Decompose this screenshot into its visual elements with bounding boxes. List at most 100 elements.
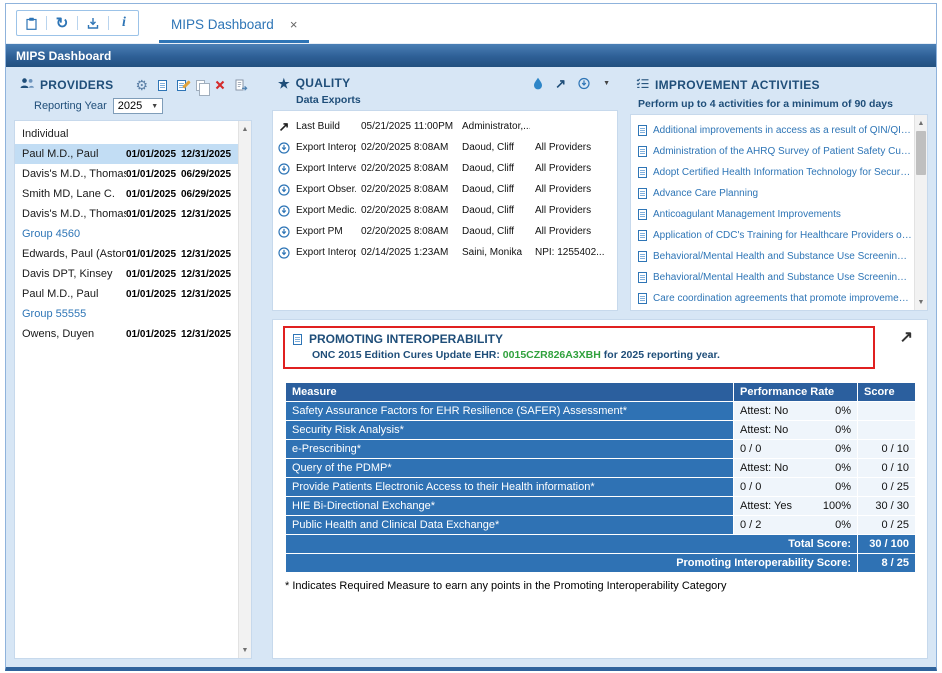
activity-item[interactable]: Behavioral/Mental Health and Substance U…	[638, 267, 912, 288]
export-user: Daoud, Cliff	[462, 142, 530, 153]
scroll-down-icon[interactable]: ▼	[239, 643, 251, 657]
measure-score: 30 / 30	[858, 497, 916, 516]
top-panels-row: ★ QUALITY ↗ ▼ Data Exports ↗ La	[272, 73, 928, 311]
trend-arrow-icon: ↗	[277, 120, 291, 133]
export-user: Daoud, Cliff	[462, 163, 530, 174]
provider-start-date: 01/01/2025	[126, 289, 181, 300]
measure-pct: 0%	[835, 481, 851, 493]
chevron-down-icon[interactable]: ▼	[603, 80, 610, 87]
provider-row[interactable]: Davis's M.D., Thomas 01/01/2025 12/31/20…	[15, 204, 238, 224]
provider-row[interactable]: Owens, Duyen 01/01/2025 12/31/2025	[15, 324, 238, 344]
provider-name: Edwards, Paul (Aston)	[22, 248, 126, 260]
measure-rate: Attest: No	[740, 424, 788, 436]
activity-item[interactable]: Additional improvements in access as a r…	[638, 120, 912, 141]
provider-row[interactable]: Davis's M.D., Thomas 01/01/2025 06/29/20…	[15, 164, 238, 184]
ehr-line-suffix: for 2025 reporting year.	[604, 349, 720, 361]
export-date: 02/14/2025 1:23AM	[361, 247, 457, 258]
export-date: 02/20/2025 8:08AM	[361, 226, 457, 237]
report-icon[interactable]	[235, 79, 248, 91]
measure-score: 0 / 25	[858, 516, 916, 535]
info-icon[interactable]: i	[116, 15, 132, 31]
activity-item[interactable]: Care coordination agreements that promot…	[638, 288, 912, 309]
ehr-code: 0015CZR826A3XBH	[503, 349, 601, 361]
app-window: ↻ i MIPS Dashboard × MIPS Dashboard PROV…	[5, 3, 937, 671]
activity-item[interactable]: Advance Care Planning	[638, 183, 912, 204]
measure-rate: 0 / 0	[740, 481, 761, 493]
refresh-icon[interactable]: ↻	[54, 15, 70, 31]
provider-end-date: 12/31/2025	[181, 329, 236, 340]
providers-scrollbar[interactable]: ▲ ▼	[238, 121, 251, 658]
export-row[interactable]: Export Interve... 02/20/2025 8:08AM Daou…	[277, 158, 613, 179]
export-scope: All Providers	[535, 184, 613, 195]
provider-name: Paul M.D., Paul	[22, 288, 126, 300]
scroll-down-icon[interactable]: ▼	[915, 295, 927, 309]
expand-arrow-icon[interactable]: ↗	[555, 77, 566, 90]
provider-row-selected[interactable]: Paul M.D., Paul 01/01/2025 12/31/2025	[15, 144, 238, 164]
activity-link: Additional improvements in access as a r…	[653, 125, 912, 136]
improvement-activities-panel: IMPROVEMENT ACTIVITIES Perform up to 4 a…	[630, 73, 928, 311]
scroll-up-icon[interactable]: ▲	[915, 116, 927, 130]
activity-link: Advance Care Planning	[653, 188, 758, 199]
export-name: Last Build	[296, 121, 356, 132]
copy-icon[interactable]	[196, 80, 205, 91]
export-name: Export Interop...	[296, 142, 356, 153]
export-menu-icon[interactable]	[578, 77, 591, 90]
reporting-year-row: Reporting Year 2025 ▼	[14, 98, 252, 120]
reporting-year-select[interactable]: 2025 ▼	[113, 98, 163, 114]
gear-icon[interactable]: ⚙	[135, 78, 148, 92]
pi-footnote: * Indicates Required Measure to earn any…	[285, 580, 917, 592]
activity-item[interactable]: Anticoagulant Management Improvements	[638, 204, 912, 225]
pi-table-header-row: Measure Performance Rate Score	[286, 383, 916, 402]
export-name: Export PM	[296, 226, 356, 237]
provider-row[interactable]: Smith MD, Lane C. 01/01/2025 06/29/2025	[15, 184, 238, 204]
provider-group-row[interactable]: Group 4560	[15, 224, 238, 244]
clipboard-icon[interactable]	[23, 15, 39, 31]
export-row[interactable]: Export Medic... 02/20/2025 8:08AM Daoud,…	[277, 200, 613, 221]
provider-row[interactable]: Edwards, Paul (Aston) 01/01/2025 12/31/2…	[15, 244, 238, 264]
provider-name: Smith MD, Lane C.	[22, 188, 126, 200]
export-row[interactable]: Export Obser... 02/20/2025 8:08AM Daoud,…	[277, 179, 613, 200]
edit-icon[interactable]	[177, 80, 186, 91]
page-title-text: MIPS Dashboard	[16, 49, 111, 63]
provider-name: Individual	[22, 128, 126, 140]
delete-x-icon[interactable]	[215, 80, 225, 90]
scroll-up-icon[interactable]: ▲	[239, 122, 251, 136]
scrollbar-thumb[interactable]	[916, 131, 926, 175]
download-icon[interactable]	[85, 15, 101, 31]
export-user: Administrator,...	[462, 121, 530, 132]
pi-score-value: 8 / 25	[858, 554, 916, 573]
export-name: Export Interop...	[296, 247, 356, 258]
export-scope: All Providers	[535, 226, 613, 237]
export-row[interactable]: Export Interop... 02/20/2025 8:08AM Daou…	[277, 137, 613, 158]
export-row[interactable]: ↗ Last Build 05/21/2025 11:00PM Administ…	[277, 116, 613, 137]
activity-item[interactable]: Adopt Certified Health Information Techn…	[638, 162, 912, 183]
export-date: 05/21/2025 11:00PM	[361, 121, 457, 132]
activity-item[interactable]: Administration of the AHRQ Survey of Pat…	[638, 141, 912, 162]
provider-section-row[interactable]: Individual	[15, 124, 238, 144]
provider-end-date: 12/31/2025	[181, 289, 236, 300]
document-icon	[638, 188, 647, 199]
provider-group-name: Group 4560	[22, 228, 126, 240]
expand-arrow-icon[interactable]: ↗	[900, 330, 913, 346]
droplet-icon[interactable]	[533, 77, 543, 90]
tab-mips-dashboard[interactable]: MIPS Dashboard ×	[159, 9, 309, 43]
provider-group-row[interactable]: Group 55555	[15, 304, 238, 324]
export-row[interactable]: Export Interop... 02/14/2025 1:23AM Sain…	[277, 242, 613, 263]
provider-end-date: 12/31/2025	[181, 269, 236, 280]
provider-row[interactable]: Paul M.D., Paul 01/01/2025 12/31/2025	[15, 284, 238, 304]
new-document-icon[interactable]	[158, 80, 167, 91]
pi-measures-table: Measure Performance Rate Score Safety As…	[285, 382, 916, 573]
activity-item[interactable]: Application of CDC's Training for Health…	[638, 225, 912, 246]
document-icon	[638, 293, 647, 304]
export-row[interactable]: Export PM 02/20/2025 8:08AM Daoud, Cliff…	[277, 221, 613, 242]
export-icon	[277, 142, 291, 154]
export-user: Saini, Monika	[462, 247, 530, 258]
provider-end-date: 06/29/2025	[181, 189, 236, 200]
tab-close-icon[interactable]: ×	[290, 17, 298, 32]
provider-row[interactable]: Davis DPT, Kinsey 01/01/2025 12/31/2025	[15, 264, 238, 284]
activity-item[interactable]: Behavioral/Mental Health and Substance U…	[638, 246, 912, 267]
toolbar-separator	[77, 16, 78, 30]
providers-panel: PROVIDERS ⚙ Reporting Year 2025 ▼	[14, 73, 252, 659]
measure-rate: Attest: Yes	[740, 500, 792, 512]
activities-scrollbar[interactable]: ▲ ▼	[914, 115, 927, 310]
